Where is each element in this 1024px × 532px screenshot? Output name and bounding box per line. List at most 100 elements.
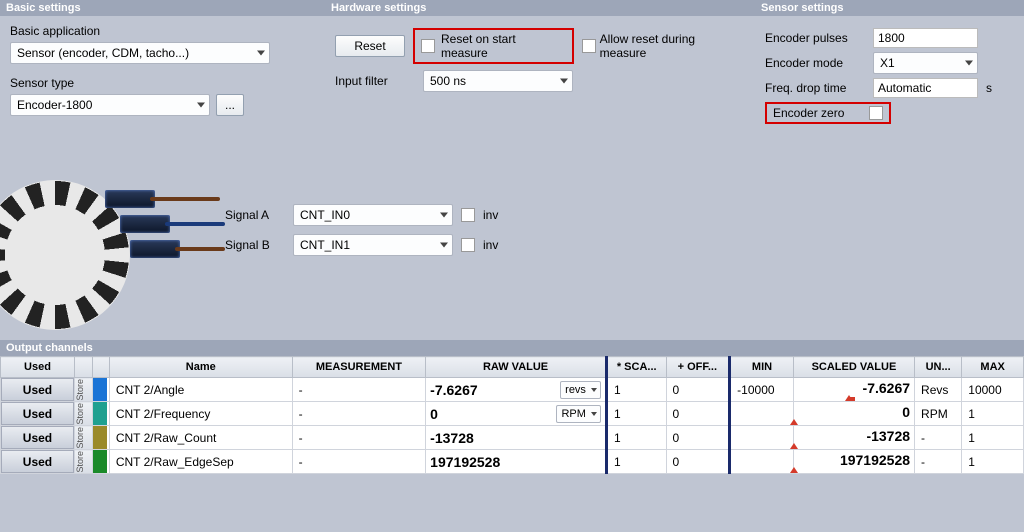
used-toggle[interactable]: Used [1,378,74,401]
signal-a-select[interactable]: CNT_IN0 [293,204,453,226]
col-color[interactable] [93,357,109,378]
raw-value: 197192528 [430,454,500,470]
encoder-illustration [10,170,215,320]
measurement-value: - [293,429,426,447]
unit-value: RPM [915,405,961,423]
encoder-zero-checkbox[interactable] [869,106,883,120]
encoder-zero-label: Encoder zero [773,106,863,120]
color-chip[interactable] [93,450,107,473]
max-value: 1 [962,429,1023,447]
unit-value: Revs [915,381,961,399]
used-toggle[interactable]: Used [1,450,74,473]
sensor-type-label: Sensor type [10,76,315,90]
encoder-mode-value: X1 [880,56,895,70]
sensor-type-more-button[interactable]: ... [216,94,244,116]
table-row: Used Store CNT 2/Raw_Count - -13728 1 0 … [1,426,1024,450]
signal-a-inv-checkbox[interactable] [461,208,475,222]
encoder-pulses-label: Encoder pulses [765,31,865,45]
basic-application-value: Sensor (encoder, CDM, tacho...) [17,46,189,60]
used-toggle[interactable]: Used [1,426,74,449]
raw-unit-select[interactable]: revs [560,381,601,399]
unit-value: - [915,453,961,471]
min-value [731,436,793,440]
channel-name: CNT 2/Raw_EdgeSep [110,453,292,471]
hardware-settings-header: Hardware settings [325,0,755,16]
freq-drop-label: Freq. drop time [765,81,865,95]
offset-value[interactable]: 0 [667,453,729,471]
signal-a-label: Signal A [225,208,285,222]
used-toggle[interactable]: Used [1,402,74,425]
measurement-value: - [293,453,426,471]
measurement-value: - [293,381,426,399]
channel-name: CNT 2/Angle [110,381,292,399]
col-unit[interactable]: UN... [915,357,962,378]
reset-on-start-label: Reset on start measure [441,32,566,60]
reset-on-start-checkbox[interactable] [421,39,435,53]
encoder-mode-label: Encoder mode [765,56,865,70]
scaled-value-cell: 197192528 [794,450,914,473]
color-chip[interactable] [93,378,107,401]
store-label: Store [75,379,92,401]
col-offset[interactable]: + OFF... [666,357,730,378]
output-channels-header: Output channels [0,340,1024,356]
max-value: 1 [962,405,1023,423]
basic-application-label: Basic application [10,24,315,38]
unit-value: - [915,429,961,447]
col-scale[interactable]: * SCA... [606,357,666,378]
scale-value[interactable]: 1 [608,381,666,399]
signal-b-select[interactable]: CNT_IN1 [293,234,453,256]
max-value: 10000 [962,381,1023,399]
channel-name: CNT 2/Raw_Count [110,429,292,447]
channel-name: CNT 2/Frequency [110,405,292,423]
raw-value: 0 [430,406,438,422]
output-channels-table: Used Name MEASUREMENT RAW VALUE * SCA...… [0,356,1024,474]
store-label: Store [75,451,92,473]
raw-unit-select[interactable]: RPM [556,405,600,423]
signal-b-inv-checkbox[interactable] [461,238,475,252]
allow-reset-checkbox[interactable] [582,39,596,53]
color-chip[interactable] [93,402,107,425]
scale-value[interactable]: 1 [608,405,666,423]
scaled-value-cell: 0 [794,402,914,425]
encoder-zero-highlight: Encoder zero [765,102,891,124]
col-name[interactable]: Name [109,357,292,378]
encoder-pulses-input[interactable] [873,28,978,48]
reset-button[interactable]: Reset [335,35,405,57]
col-max[interactable]: MAX [962,357,1024,378]
sensor-type-select[interactable]: Encoder-1800 [10,94,210,116]
store-label: Store [75,403,92,425]
sensor-type-value: Encoder-1800 [17,98,92,112]
min-value [731,412,793,416]
input-filter-select[interactable]: 500 ns [423,70,573,92]
freq-drop-input[interactable] [873,78,978,98]
reset-on-start-highlight: Reset on start measure [413,28,574,64]
col-measurement[interactable]: MEASUREMENT [292,357,426,378]
col-used[interactable]: Used [1,357,75,378]
scale-value[interactable]: 1 [608,453,666,471]
offset-value[interactable]: 0 [667,429,729,447]
table-row: Used Store CNT 2/Angle - -7.6267 revs 1 … [1,378,1024,402]
col-store[interactable] [74,357,92,378]
col-scaled-value[interactable]: SCALED VALUE [793,357,914,378]
min-value [731,460,793,464]
store-label: Store [75,427,92,449]
raw-value: -7.6267 [430,382,477,398]
scaled-value-cell: -13728 [794,426,914,449]
sensor-settings-header: Sensor settings [755,0,1024,16]
table-row: Used Store CNT 2/Raw_EdgeSep - 197192528… [1,450,1024,474]
col-min[interactable]: MIN [730,357,794,378]
offset-value[interactable]: 0 [667,405,729,423]
col-raw-value[interactable]: RAW VALUE [426,357,607,378]
max-value: 1 [962,453,1023,471]
raw-value: -13728 [430,430,474,446]
encoder-mode-select[interactable]: X1 [873,52,978,74]
basic-settings-header: Basic settings [0,0,325,16]
offset-value[interactable]: 0 [667,381,729,399]
freq-drop-unit: s [986,81,992,95]
signal-a-inv-label: inv [483,208,498,222]
measurement-value: - [293,405,426,423]
input-filter-label: Input filter [335,74,415,88]
scale-value[interactable]: 1 [608,429,666,447]
basic-application-select[interactable]: Sensor (encoder, CDM, tacho...) [10,42,270,64]
color-chip[interactable] [93,426,107,449]
